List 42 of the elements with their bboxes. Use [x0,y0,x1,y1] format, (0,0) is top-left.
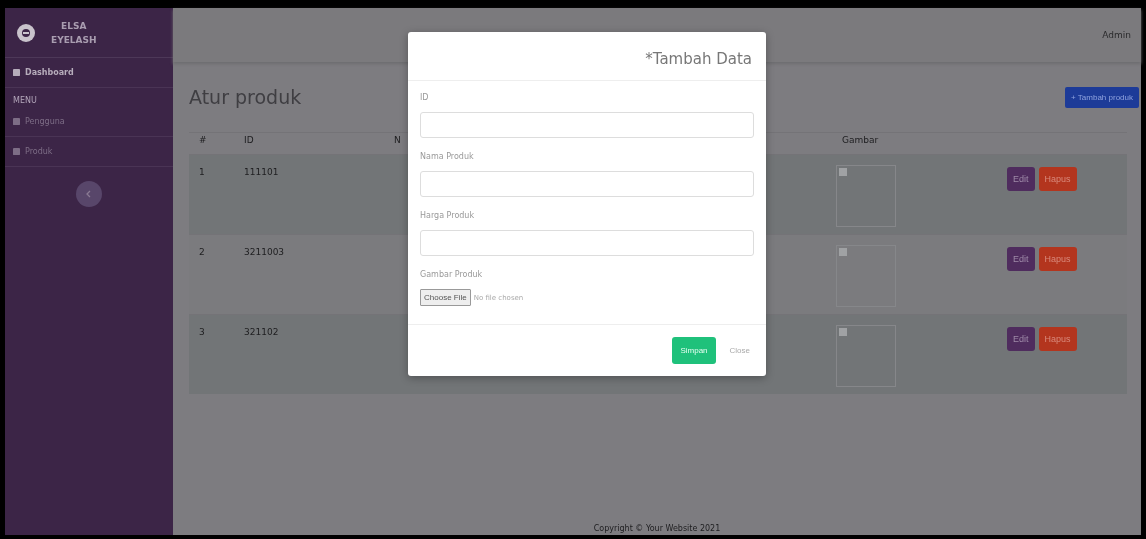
save-button[interactable]: Simpan [672,337,716,364]
page-title: Atur produk [189,86,302,108]
menu-item-icon [13,148,20,155]
table-cell-text: 321102 [243,327,280,337]
table-cell-text: 1 [198,167,206,177]
edit-button[interactable]: Edit [1007,167,1035,191]
modal-title: *Tambah Data [645,50,752,68]
field-label: Gambar Produk [420,270,484,279]
collapse-button[interactable] [76,181,102,207]
edit-button[interactable]: Edit [1007,247,1035,271]
field-label: Harga Produk [420,211,476,220]
logo-icon [17,23,35,42]
delete-button[interactable]: Hapus [1038,247,1077,271]
table-cell-text: 3211003 [243,247,286,257]
broken-image-icon [836,325,896,387]
table-cell-text: 111101 [243,167,280,177]
menu-item-icon [13,118,20,125]
sidebar-heading: MENU [12,95,38,107]
broken-image-icon [836,165,896,227]
menu-item-icon [13,69,20,76]
close-button[interactable]: Close [725,337,754,364]
table-cell-text: 2 [198,247,206,257]
column-header: N [393,135,402,145]
field-label: Nama Produk [420,152,475,161]
column-header: # [198,135,208,145]
input-field[interactable] [420,112,754,138]
delete-button[interactable]: Hapus [1038,167,1077,191]
table-cell-text: 3 [198,327,206,337]
column-header: Gambar [841,135,880,145]
delete-button[interactable]: Hapus [1038,327,1077,351]
copyright-text: Copyright © Your Website 2021 [593,524,721,533]
input-field[interactable] [420,171,754,197]
add-product-button[interactable]: + Tambah produk [1065,86,1139,108]
user-name[interactable]: Admin [1102,30,1131,40]
column-header: ID [243,135,255,145]
field-label: ID [420,93,430,102]
chevron-left-icon [85,190,93,198]
brand-name: ELSA EYELASH [51,19,97,47]
broken-image-icon [836,245,896,307]
input-field[interactable] [420,230,754,256]
edit-button[interactable]: Edit [1007,327,1035,351]
choose-file-button[interactable]: Choose File [420,289,471,306]
